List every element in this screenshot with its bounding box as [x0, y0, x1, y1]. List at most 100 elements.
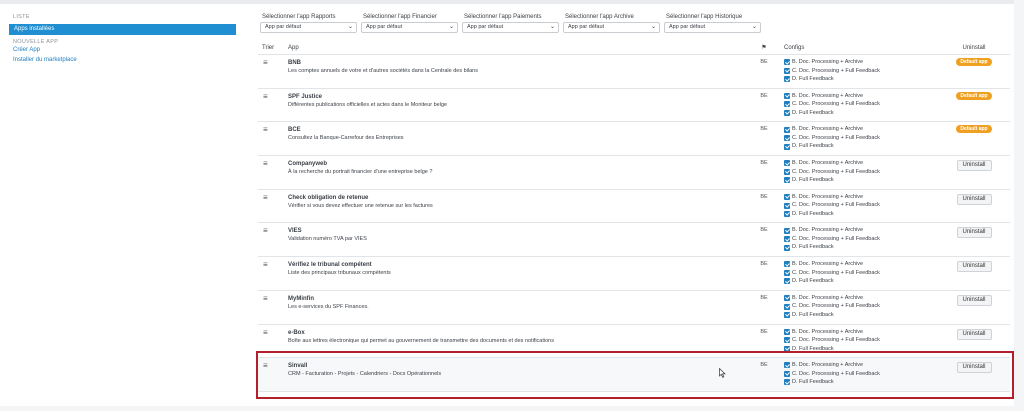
country-code: BE	[760, 328, 768, 335]
sidebar-item-marketplace[interactable]: Installer du marketplace	[0, 55, 240, 65]
uninstall-button[interactable]: Uninstall	[956, 261, 992, 273]
checkbox[interactable]	[784, 236, 790, 243]
select-value: App par défaut	[568, 24, 605, 30]
configs-cell: B. Doc. Processing + Archive C. Doc. Proc…	[778, 122, 938, 155]
drag-handle-icon[interactable]: ≡	[258, 257, 284, 290]
uninstall-button[interactable]: Uninstall	[956, 294, 992, 306]
app-name: SPF Justice	[288, 93, 323, 100]
config-checkbox-row: B. Doc. Processing + Archive	[784, 92, 938, 101]
checkbox[interactable]	[784, 269, 790, 276]
config-checkbox-row: C. Doc. Processing + Full Feedback	[784, 100, 938, 109]
selector-archive: Sélectionner l'app Archive App par défau…	[561, 12, 662, 33]
config-label: B. Doc. Processing + Archive	[792, 227, 864, 234]
checkbox[interactable]	[784, 194, 790, 200]
config-checkbox-row: B. Doc. Processing + Archive	[784, 260, 938, 269]
checkbox[interactable]	[784, 67, 790, 74]
checkbox[interactable]	[784, 345, 790, 352]
drag-handle-icon[interactable]: ≡	[258, 190, 284, 223]
sidebar-item-create-app[interactable]: Créer App	[0, 45, 240, 55]
checkbox[interactable]	[784, 101, 790, 108]
drag-handle-icon[interactable]: ≡	[258, 358, 284, 391]
table-row: ≡ Companyweb À la recherche du portrait …	[258, 156, 1010, 190]
checkbox[interactable]	[784, 261, 790, 268]
configs-cell: B. Doc. Processing + Archive C. Doc. Proc…	[778, 358, 938, 391]
configs-cell: B. Doc. Processing + Archive C. Doc. Proc…	[778, 223, 938, 256]
configs-cell: B. Doc. Processing + Archive C. Doc. Proc…	[778, 291, 938, 324]
checkbox[interactable]	[784, 76, 790, 83]
checkbox[interactable]	[784, 303, 790, 310]
config-checkbox-row: D. Full Feedback	[784, 345, 938, 354]
config-checkbox-row: B. Doc. Processing + Archive	[784, 125, 938, 134]
app-description: Liste des principaux tribunaux compétent…	[288, 270, 391, 277]
uninstall-button[interactable]: Uninstall	[956, 160, 992, 172]
checkbox[interactable]	[784, 370, 790, 377]
checkbox[interactable]	[784, 328, 790, 335]
config-checkbox-row: C. Doc. Processing + Full Feedback	[784, 269, 938, 278]
uninstall-button[interactable]: Uninstall	[956, 328, 992, 340]
app-description: Différentes publications officielles et …	[288, 101, 448, 108]
checkbox[interactable]	[784, 59, 790, 66]
chevron-down-icon: ⌄	[448, 24, 454, 30]
top-bar	[0, 0, 1014, 4]
sidebar-item-installed-apps[interactable]: Apps installées	[9, 24, 236, 35]
checkbox[interactable]	[784, 312, 790, 319]
default-app-badge: Default app	[956, 91, 992, 100]
checkbox[interactable]	[784, 244, 790, 251]
config-label: C. Doc. Processing + Full Feedback	[792, 303, 880, 310]
config-label: D. Full Feedback	[792, 210, 834, 217]
app-description: Validation numéro TVA par VIES	[288, 236, 367, 243]
select-dropdown[interactable]: App par défaut ⌄	[664, 22, 761, 33]
app-description: Vérifier si vous devez effectuer une ret…	[288, 202, 433, 209]
config-label: D. Full Feedback	[792, 143, 834, 150]
config-checkbox-row: B. Doc. Processing + Archive	[784, 328, 938, 337]
drag-handle-icon[interactable]: ≡	[258, 291, 284, 324]
app-selectors: Sélectionner l'app Rapports App par défa…	[258, 12, 1010, 33]
checkbox[interactable]	[784, 92, 790, 99]
drag-handle-icon[interactable]: ≡	[258, 223, 284, 256]
header-trier[interactable]: Trier	[258, 45, 284, 51]
config-checkbox-row: D. Full Feedback	[784, 142, 938, 151]
select-dropdown[interactable]: App par défaut ⌄	[563, 22, 660, 33]
checkbox[interactable]	[784, 109, 790, 116]
select-value: App par défaut	[265, 24, 302, 30]
config-label: B. Doc. Processing + Archive	[792, 193, 864, 200]
checkbox[interactable]	[784, 135, 790, 142]
config-checkbox-row: C. Doc. Processing + Full Feedback	[784, 67, 938, 76]
checkbox[interactable]	[784, 177, 790, 184]
checkbox[interactable]	[784, 337, 790, 344]
uninstall-button[interactable]: Uninstall	[956, 227, 992, 239]
drag-handle-icon[interactable]: ≡	[258, 122, 284, 155]
checkbox[interactable]	[784, 379, 790, 386]
checkbox[interactable]	[784, 160, 790, 167]
checkbox[interactable]	[784, 211, 790, 217]
main-content: Sélectionner l'app Rapports App par défa…	[258, 12, 1010, 392]
select-dropdown[interactable]: App par défaut ⌄	[260, 22, 357, 33]
uninstall-button[interactable]: Uninstall	[956, 362, 992, 374]
checkbox[interactable]	[784, 227, 790, 234]
checkbox[interactable]	[784, 168, 790, 175]
drag-handle-icon[interactable]: ≡	[258, 55, 284, 88]
config-label: B. Doc. Processing + Archive	[792, 261, 864, 268]
select-dropdown[interactable]: App par défaut ⌄	[361, 22, 458, 33]
checkbox[interactable]	[784, 362, 790, 369]
configs-cell: B. Doc. Processing + Archive C. Doc. Proc…	[778, 55, 938, 88]
drag-handle-icon[interactable]: ≡	[258, 89, 284, 122]
chevron-down-icon: ⌄	[347, 24, 353, 30]
select-dropdown[interactable]: App par défaut ⌄	[462, 22, 559, 33]
config-label: D. Full Feedback	[792, 311, 834, 318]
checkbox[interactable]	[784, 202, 790, 209]
config-label: B. Doc. Processing + Archive	[792, 126, 864, 133]
uninstall-button[interactable]: Uninstall	[956, 193, 992, 205]
checkbox[interactable]	[784, 126, 790, 133]
checkbox[interactable]	[784, 143, 790, 150]
drag-handle-icon[interactable]: ≡	[258, 156, 284, 189]
app-name: VIES	[288, 228, 302, 235]
checkbox[interactable]	[784, 295, 790, 302]
header-configs: Configs	[784, 44, 805, 51]
header-uninstall: Uninstall	[962, 44, 986, 51]
drag-handle-icon[interactable]: ≡	[258, 325, 284, 358]
checkbox[interactable]	[784, 278, 790, 285]
uninstall-cell: Uninstall	[938, 156, 1010, 189]
default-app-badge: Default app	[956, 125, 992, 134]
select-value: App par défaut	[669, 24, 706, 30]
